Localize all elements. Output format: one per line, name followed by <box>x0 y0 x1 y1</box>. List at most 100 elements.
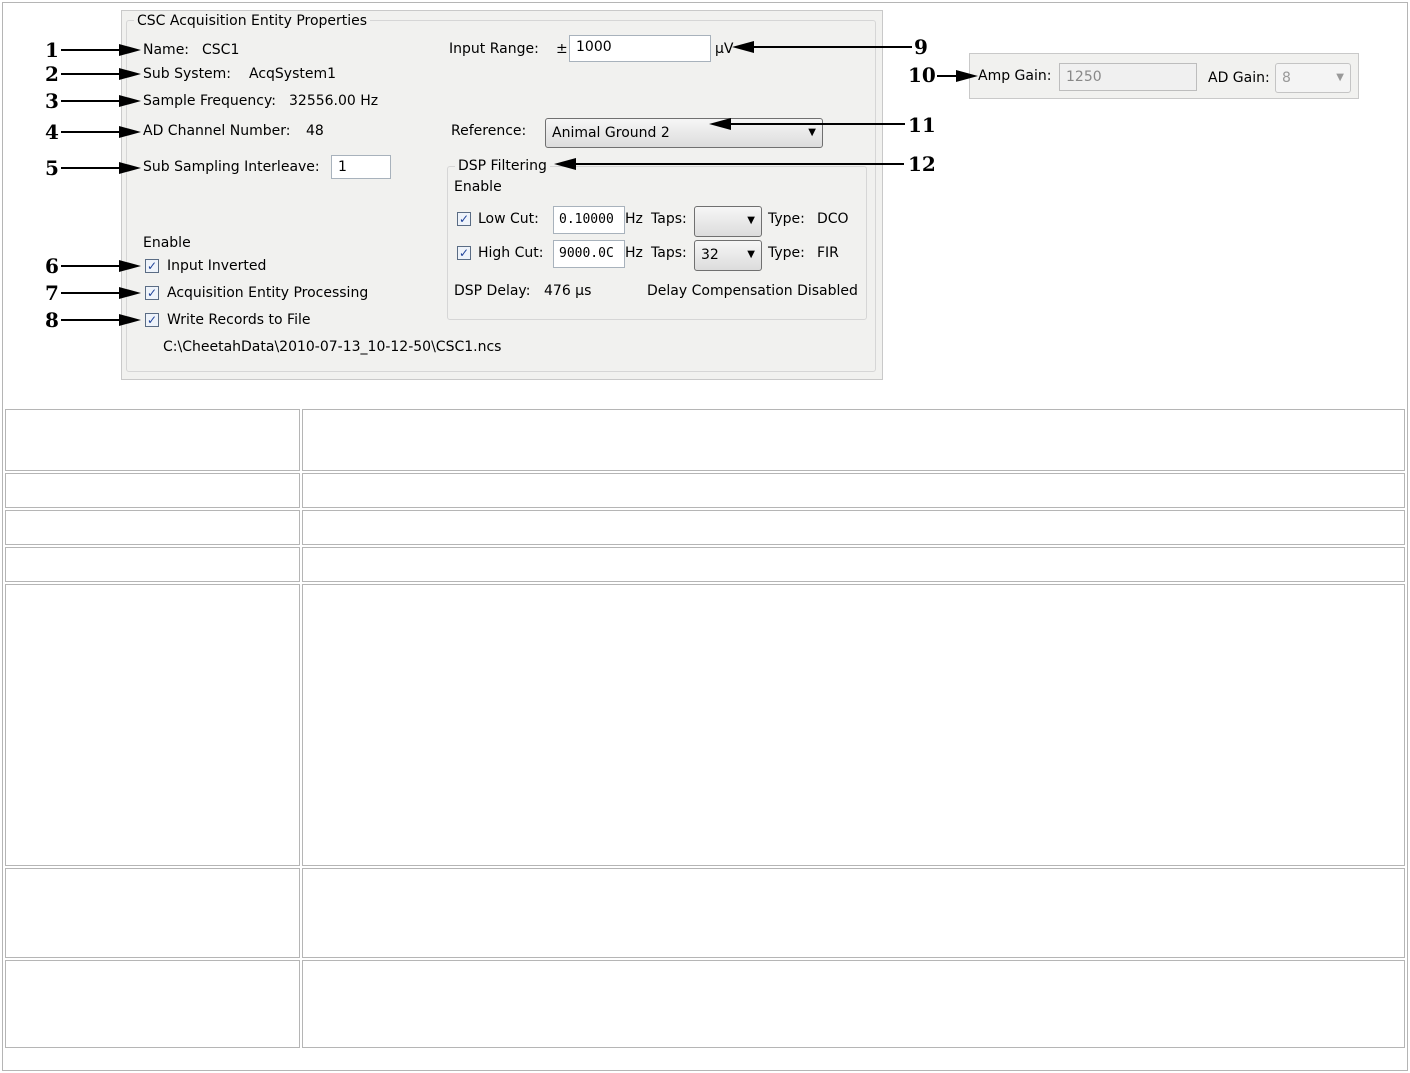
write-records-checkbox[interactable]: ✓ <box>145 313 159 327</box>
description-table <box>3 407 1407 1050</box>
ad-channel-value: 48 <box>306 123 324 139</box>
input-range-label: Input Range: <box>449 41 539 57</box>
table-cell-description <box>302 868 1405 958</box>
amp-gain-field[interactable]: 1250 <box>1059 63 1197 91</box>
sample-frequency-label: Sample Frequency: <box>143 93 276 109</box>
low-cut-checkbox[interactable]: ✓ <box>457 212 471 226</box>
callout-4: 4 <box>45 120 59 144</box>
callout-arrow-12 <box>574 163 904 165</box>
table-row <box>5 547 1405 582</box>
delay-compensation-status: Delay Compensation Disabled <box>647 283 858 299</box>
callout-arrow-9 <box>752 46 912 48</box>
table-row <box>5 473 1405 508</box>
low-type-value: DCO <box>817 211 849 227</box>
ad-channel-label: AD Channel Number: <box>143 123 291 139</box>
name-label: Name: <box>143 42 190 58</box>
subsystem-value: AcqSystem1 <box>249 66 337 82</box>
table-cell-description <box>302 547 1405 582</box>
input-range-plusminus: ± <box>556 41 568 57</box>
chevron-down-icon: ▼ <box>747 249 755 260</box>
table-row <box>5 510 1405 545</box>
low-taps-label: Taps: <box>651 211 687 227</box>
arrowhead-10 <box>956 70 978 82</box>
table-cell-description <box>302 510 1405 545</box>
callout-arrow-1 <box>61 49 121 51</box>
callout-arrow-8 <box>61 319 121 321</box>
arrowhead-12 <box>554 158 576 170</box>
dsp-delay-value: 476 µs <box>544 283 592 299</box>
ad-gain-dropdown[interactable]: 8 ▼ <box>1275 63 1351 93</box>
table-cell-description <box>302 960 1405 1048</box>
input-range-field[interactable]: 1000 <box>569 35 711 62</box>
dsp-title: DSP Filtering <box>455 158 550 174</box>
callout-12: 12 <box>908 152 936 176</box>
table-cell-label <box>5 584 300 866</box>
sample-frequency-value: 32556.00 Hz <box>289 93 379 109</box>
panel-title: CSC Acquisition Entity Properties <box>134 13 371 29</box>
low-cut-hz: Hz <box>625 211 643 227</box>
properties-panel: CSC Acquisition Entity Properties Name: … <box>121 10 883 380</box>
low-cut-field[interactable]: 0.10000 <box>553 206 625 234</box>
arrowhead-5 <box>119 162 141 174</box>
ad-gain-value: 8 <box>1282 70 1291 86</box>
callout-arrow-2 <box>61 73 121 75</box>
screenshot-figure: CSC Acquisition Entity Properties Name: … <box>3 3 1407 406</box>
callout-6: 6 <box>45 254 59 278</box>
sub-sampling-field[interactable]: 1 <box>331 155 391 179</box>
amp-gain-label: Amp Gain: <box>978 68 1052 84</box>
callout-8: 8 <box>45 308 59 332</box>
low-cut-label: Low Cut: <box>478 211 539 227</box>
reference-label: Reference: <box>451 123 527 139</box>
callout-arrow-6 <box>61 265 121 267</box>
callout-arrow-5 <box>61 167 121 169</box>
high-taps-value: 32 <box>701 247 719 263</box>
subsystem-label: Sub System: <box>143 66 232 82</box>
reference-value: Animal Ground 2 <box>552 125 670 141</box>
high-type-value: FIR <box>817 245 839 261</box>
chevron-down-icon: ▼ <box>1336 72 1344 83</box>
callout-2: 2 <box>45 62 59 86</box>
table-row <box>5 960 1405 1048</box>
table-row <box>5 409 1405 471</box>
high-cut-field[interactable]: 9000.0C <box>553 240 625 268</box>
high-taps-dropdown[interactable]: 32 ▼ <box>694 240 762 271</box>
table-cell-description <box>302 409 1405 471</box>
arrowhead-8 <box>119 314 141 326</box>
high-cut-label: High Cut: <box>478 245 544 261</box>
callout-arrow-7 <box>61 292 121 294</box>
callout-10: 10 <box>908 63 936 87</box>
callout-1: 1 <box>45 38 59 62</box>
high-cut-hz: Hz <box>625 245 643 261</box>
callout-9: 9 <box>914 35 928 59</box>
chevron-down-icon: ▼ <box>747 215 755 226</box>
callout-arrow-4 <box>61 131 121 133</box>
input-inverted-label: Input Inverted <box>167 258 267 274</box>
arrowhead-4 <box>119 126 141 138</box>
high-taps-label: Taps: <box>651 245 687 261</box>
file-path: C:\CheetahData\2010-07-13_10-12-50\CSC1.… <box>163 339 502 355</box>
table-cell-label <box>5 473 300 508</box>
gain-panel: Amp Gain: 1250 AD Gain: 8 ▼ <box>969 53 1359 99</box>
callout-arrow-11 <box>729 123 905 125</box>
arrowhead-11 <box>709 118 731 130</box>
table-cell-label <box>5 409 300 471</box>
high-type-label: Type: <box>768 245 805 261</box>
acquisition-processing-checkbox[interactable]: ✓ <box>145 286 159 300</box>
high-cut-checkbox[interactable]: ✓ <box>457 246 471 260</box>
acquisition-processing-label: Acquisition Entity Processing <box>167 285 369 301</box>
table-cell-label <box>5 547 300 582</box>
low-taps-dropdown[interactable]: ▼ <box>694 206 762 237</box>
dsp-delay-label: DSP Delay: <box>454 283 531 299</box>
input-inverted-checkbox[interactable]: ✓ <box>145 259 159 273</box>
arrowhead-7 <box>119 287 141 299</box>
callout-5: 5 <box>45 156 59 180</box>
table-row <box>5 868 1405 958</box>
ad-gain-label: AD Gain: <box>1208 70 1270 86</box>
arrowhead-1 <box>119 44 141 56</box>
arrowhead-2 <box>119 68 141 80</box>
table-cell-description <box>302 473 1405 508</box>
table-cell-description <box>302 584 1405 866</box>
table-cell-label <box>5 510 300 545</box>
enable-label: Enable <box>143 235 191 251</box>
low-type-label: Type: <box>768 211 805 227</box>
